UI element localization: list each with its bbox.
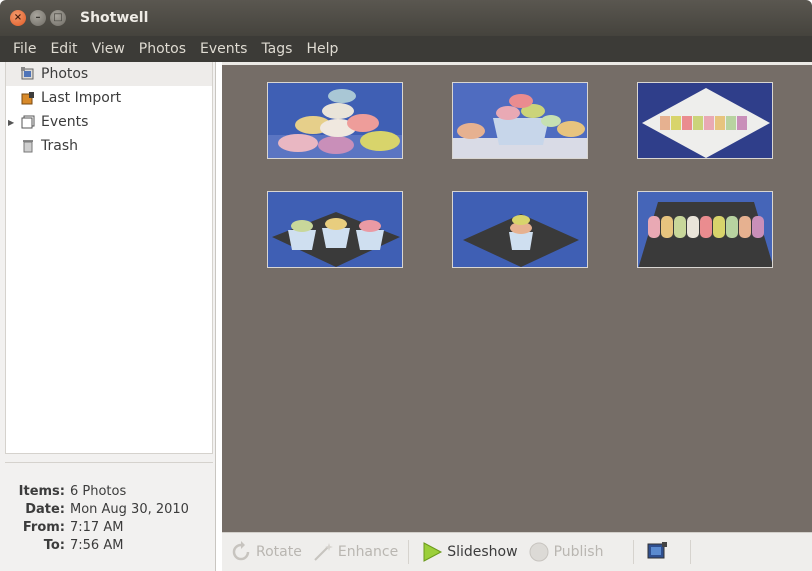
info-from-label: From: — [22, 520, 65, 535]
enhance-label: Enhance — [337, 544, 399, 560]
sidebar-item-label: Photos — [41, 66, 89, 82]
fullscreen-photo-icon — [646, 541, 668, 563]
info-items-label: Items: — [18, 484, 65, 499]
publish-button[interactable]: Publish — [528, 541, 604, 563]
close-window-button[interactable]: × — [10, 10, 26, 26]
menu-tags[interactable]: Tags — [254, 41, 299, 57]
photo-thumbnail-macaron-stack[interactable] — [267, 82, 403, 159]
last-import-icon — [20, 90, 36, 106]
publish-label: Publish — [553, 544, 604, 560]
expand-arrow-icon[interactable]: ▶ — [8, 118, 14, 127]
menu-file[interactable]: File — [6, 41, 43, 57]
window-controls: × – □ — [10, 10, 66, 26]
menu-photos[interactable]: Photos — [132, 41, 193, 57]
sidebar-item-label: Trash — [41, 138, 78, 154]
menu-bar: File Edit View Photos Events Tags Help — [0, 36, 812, 62]
bottom-toolbar: Rotate Enhance Slideshow Publish — [222, 532, 812, 571]
photo-thumbnail-macaron-bowl-tablecloth[interactable] — [452, 82, 588, 159]
info-items-row: Items: 6 Photos — [13, 483, 213, 501]
slideshow-button[interactable]: Slideshow — [421, 541, 518, 563]
photo-grid[interactable] — [222, 62, 812, 532]
info-from-row: From: 7:17 AM — [13, 519, 213, 537]
photos-icon — [20, 66, 36, 82]
info-from-value: 7:17 AM — [70, 520, 124, 535]
enhance-wand-icon — [312, 541, 334, 563]
info-date-row: Date: Mon Aug 30, 2010 — [13, 501, 213, 519]
sidebar-item-label: Events — [41, 114, 89, 130]
fullscreen-button[interactable] — [646, 541, 672, 563]
title-bar: × – □ Shotwell — [0, 0, 812, 36]
slideshow-label: Slideshow — [447, 544, 518, 560]
info-date-value: Mon Aug 30, 2010 — [70, 502, 189, 517]
menu-events[interactable]: Events — [193, 41, 254, 57]
menu-view[interactable]: View — [85, 41, 132, 57]
menu-edit[interactable]: Edit — [43, 41, 84, 57]
sidebar-item-photos[interactable]: Photos — [6, 62, 212, 86]
photo-thumbnail-macaron-row-dark-plate[interactable] — [637, 191, 773, 268]
sidebar-item-label: Last Import — [41, 90, 122, 106]
rotate-button[interactable]: Rotate — [230, 541, 302, 563]
rotate-label: Rotate — [256, 544, 302, 560]
menu-help[interactable]: Help — [299, 41, 345, 57]
rotate-icon — [230, 541, 252, 563]
info-to-row: To: 7:56 AM — [13, 537, 213, 555]
publish-globe-icon — [528, 541, 550, 563]
minimize-window-button[interactable]: – — [30, 10, 46, 26]
photo-thumbnail-macaron-row-plate[interactable] — [637, 82, 773, 159]
info-items-value: 6 Photos — [70, 484, 127, 499]
trash-icon — [20, 138, 36, 154]
sidebar-item-trash[interactable]: Trash — [6, 134, 212, 158]
info-to-label: To: — [43, 538, 65, 553]
toolbar-separator — [690, 540, 692, 564]
maximize-window-button[interactable]: □ — [50, 10, 66, 26]
sidebar-tree: Photos Last Import ▶ Events Trash — [5, 62, 213, 454]
info-date-label: Date: — [25, 502, 65, 517]
play-icon — [421, 541, 443, 563]
photo-thumbnail-single-macaron-cup[interactable] — [452, 191, 588, 268]
window-title: Shotwell — [80, 10, 149, 26]
photo-thumbnail-three-macaron-cups[interactable] — [267, 191, 403, 268]
sidebar-item-last-import[interactable]: Last Import — [6, 86, 212, 110]
info-pane: Items: 6 Photos Date: Mon Aug 30, 2010 F… — [5, 462, 213, 568]
sidebar-item-events[interactable]: ▶ Events — [6, 110, 212, 134]
toolbar-separator — [633, 540, 635, 564]
toolbar-separator — [408, 540, 410, 564]
info-to-value: 7:56 AM — [70, 538, 124, 553]
enhance-button[interactable]: Enhance — [312, 541, 398, 563]
events-icon — [20, 114, 36, 130]
sidebar: Photos Last Import ▶ Events Trash Items:… — [0, 62, 216, 571]
